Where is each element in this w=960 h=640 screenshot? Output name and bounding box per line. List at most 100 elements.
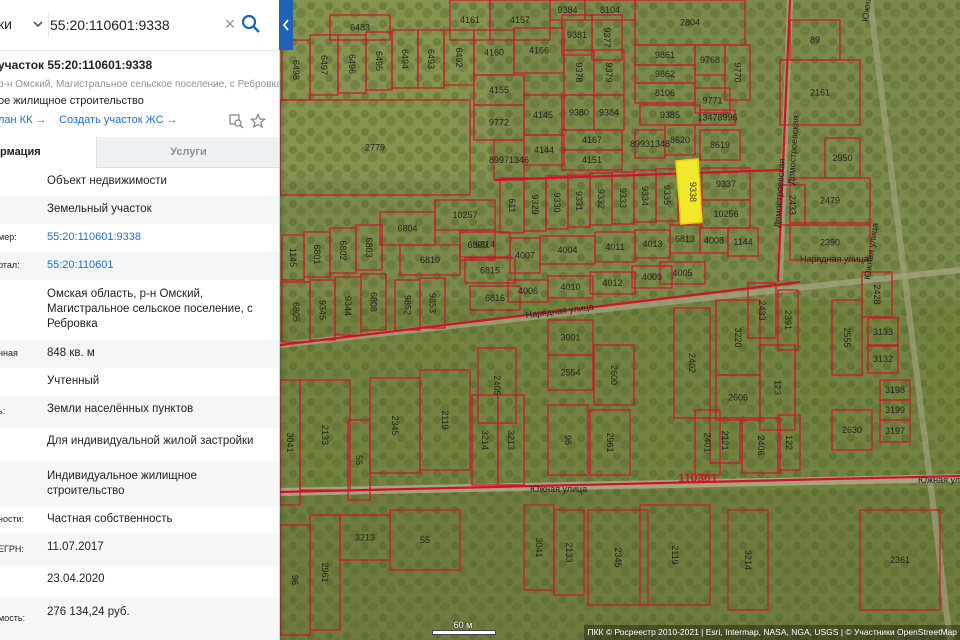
info-row-label: ности: <box>0 514 25 524</box>
parcel-number: 3199 <box>885 405 905 415</box>
search-icon[interactable] <box>240 13 262 35</box>
info-row: нная 848 кв. м <box>0 340 279 368</box>
parcel-number: 2401 <box>703 432 713 452</box>
parcel-usage: ое жилищное строительство <box>0 95 144 107</box>
info-row-label: нная <box>0 348 18 358</box>
info-row-link[interactable]: 55:20:110601:9338 <box>47 230 273 245</box>
info-row-value: 848 кв. м <box>47 347 95 359</box>
tab-bar: рмация Услуги <box>0 137 279 169</box>
parcel-number: 10256 <box>713 209 738 219</box>
info-row: Земельный участок <box>0 196 279 224</box>
info-row: Учтенный <box>0 368 279 396</box>
parcel-number: 2428 <box>872 284 882 304</box>
scale-label: 60 м <box>453 620 473 630</box>
parcel-number: 9772 <box>489 118 509 128</box>
info-row: мость: 276 134,24 руб. <box>0 598 279 640</box>
search-input[interactable] <box>50 14 220 36</box>
clear-icon[interactable]: × <box>222 15 238 33</box>
parcel-number: 9852 <box>403 295 413 315</box>
parcel-number: 2779 <box>365 143 385 153</box>
parcel-number: 611 <box>507 198 517 212</box>
info-row: ртал: 55:20:110601 <box>0 252 279 280</box>
info-row-link[interactable]: 55:20:110601 <box>47 258 273 273</box>
parcel-number: 9335 <box>662 185 672 205</box>
parcel-number: 8104 <box>600 5 620 15</box>
chevron-left-icon <box>282 19 289 31</box>
parcel-number: 2121 <box>720 430 730 450</box>
collapse-panel-button[interactable] <box>279 0 293 50</box>
search-layer-select[interactable]: ки <box>0 16 12 32</box>
parcel-number: 9344 <box>343 296 353 316</box>
parcel-number: 8620 <box>670 135 690 145</box>
parcel-number: 6816 <box>485 293 505 303</box>
info-row: мер: 55:20:110601:9338 <box>0 224 279 252</box>
parcel-number: 2555 <box>842 327 852 347</box>
parcel-number: 122 <box>784 435 794 450</box>
info-row-label: мер: <box>0 232 17 242</box>
parcel-number: 2119 <box>670 545 680 564</box>
parcel-number: 9380 <box>569 108 589 118</box>
search-bar: ки × <box>0 0 279 51</box>
info-row-value: Земельный участок <box>47 203 152 215</box>
parcel-number: 6813 <box>675 234 695 244</box>
street-label: Нарядная улица <box>800 254 869 264</box>
parcel-number: 9381 <box>567 30 587 40</box>
parcel-number: 6492 <box>454 47 464 67</box>
parcel-address: р-н Омский, Магистральное сельское посел… <box>0 79 280 90</box>
parcel-number: 9329 <box>530 194 540 214</box>
parcel-number: 6810 <box>420 255 440 265</box>
parcel-number: 9379 <box>604 62 614 82</box>
tab-info[interactable]: рмация <box>0 137 96 169</box>
parcel-number: 13478996 <box>697 113 737 123</box>
parcel-number: 9384 <box>557 5 577 15</box>
info-row-label: ртал: <box>0 260 20 270</box>
info-row-value: Учтенный <box>47 375 100 387</box>
info-row: ности: Частная собственность <box>0 506 279 534</box>
parcel-number: 4166 <box>529 46 549 56</box>
parcel-number: 9853 <box>428 293 438 313</box>
parcel-number: 9331 <box>574 191 584 211</box>
parcel-number: 3214 <box>480 430 490 450</box>
parcel-number: 6808 <box>369 292 379 312</box>
parcel-number: 9337 <box>716 179 736 189</box>
parcel-number: 6804 <box>397 224 417 234</box>
parcel-number: 2361 <box>890 555 910 565</box>
parcel-number: 4151 <box>582 155 602 165</box>
parcel-number: 6814 <box>475 240 495 250</box>
parcel-number: 2406 <box>756 435 766 455</box>
info-row-value: 23.04.2020 <box>47 573 105 585</box>
selected-parcel-label: 9338 <box>688 182 698 202</box>
parcel-number: 9377 <box>602 27 612 47</box>
plan-link[interactable]: лан КК → <box>0 114 47 126</box>
info-row: ь: Земли населённых пунктов <box>0 396 279 428</box>
parcel-number: 9378 <box>574 62 584 82</box>
parcel-number: 2161 <box>810 88 830 98</box>
parcel-number: 55 <box>354 455 364 465</box>
parcel-number: 4006 <box>518 286 538 296</box>
create-parcel-link[interactable]: Создать участок ЖС → <box>59 114 178 126</box>
parcel-number: 9384 <box>599 108 619 118</box>
parcel-number: 2402 <box>687 353 697 373</box>
parcel-number: 1145 <box>288 248 298 267</box>
parcel-number: 2606 <box>728 393 748 403</box>
zoom-to-icon[interactable] <box>228 113 244 129</box>
parcel-number: 55 <box>420 535 430 545</box>
parcel-number: 4157 <box>510 15 530 25</box>
parcel-number: 9770 <box>733 62 743 82</box>
tab-services[interactable]: Услуги <box>96 137 279 167</box>
parcel-number: 9345 <box>318 300 328 320</box>
parcel-number: 2479 <box>820 196 840 206</box>
parcel-number: 6495 <box>374 51 384 71</box>
parcel-number: 2391 <box>783 310 793 330</box>
parcel-number: 4155 <box>489 85 509 95</box>
star-icon[interactable] <box>250 113 266 129</box>
scale-bar: 60 м <box>432 620 496 635</box>
parcel-number: 10257 <box>452 210 477 220</box>
parcel-number: 4160 <box>484 48 504 58</box>
info-row-value: Омская область, р-н Омский, Магистрально… <box>47 288 253 330</box>
info-row-value: Объект недвижимости <box>47 175 167 187</box>
parcel-title: участок 55:20:110601:9338 <box>0 58 153 72</box>
parcel-number: 8106 <box>655 88 675 98</box>
parcel-number: 4013 <box>642 239 662 249</box>
chevron-down-icon[interactable] <box>30 16 46 32</box>
